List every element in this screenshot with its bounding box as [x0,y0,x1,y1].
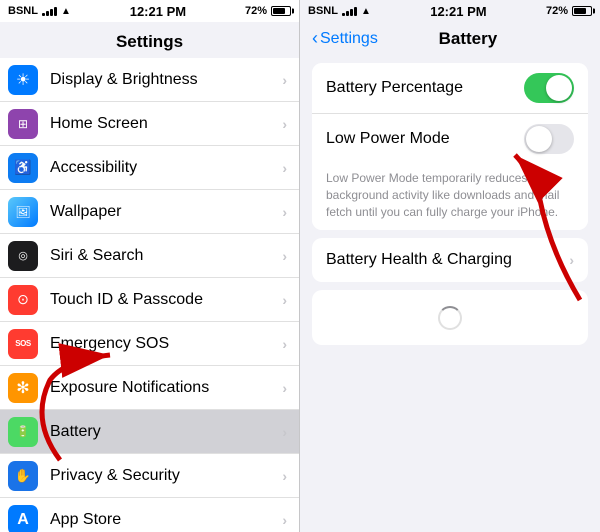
loading-spinner [438,306,462,330]
settings-item-accessibility[interactable]: ♿ Accessibility › [0,146,299,190]
touchid-icon: ⊙ [8,285,38,315]
privacy-icon: ✋ [8,461,38,491]
settings-item-privacy[interactable]: ✋ Privacy & Security › [0,454,299,498]
right-status-right: 72% [546,5,592,17]
accessibility-label: Accessibility [50,159,282,177]
battery-health-row[interactable]: Battery Health & Charging › [312,238,588,282]
left-battery-pct: 72% [245,5,267,17]
battery-health-group: Battery Health & Charging › [312,238,588,282]
left-time: 12:21 PM [130,4,186,19]
homescreen-label: Home Screen [50,115,282,133]
right-wifi-icon: ▲ [361,6,371,17]
left-carrier: BSNL [8,5,38,17]
loading-container [312,290,588,345]
settings-item-appstore[interactable]: A App Store › [0,498,299,532]
appstore-label: App Store [50,511,282,529]
battery-percentage-row[interactable]: Battery Percentage [312,63,588,114]
homescreen-icon: ⊞ [8,109,38,139]
right-signal [342,7,357,16]
privacy-label: Privacy & Security [50,467,282,485]
battery-percentage-thumb [546,75,572,101]
back-label: Settings [320,30,378,48]
right-battery-icon [572,6,592,16]
left-status-bar: BSNL ▲ 12:21 PM 72% [0,0,299,22]
left-screen-title: Settings [0,22,299,58]
battery-percentage-toggle[interactable] [524,73,574,103]
settings-item-touchid[interactable]: ⊙ Touch ID & Passcode › [0,278,299,322]
display-chevron: › [282,72,287,88]
right-carrier: BSNL [308,5,338,17]
left-wifi-icon: ▲ [61,6,71,17]
wallpaper-chevron: › [282,204,287,220]
touchid-chevron: › [282,292,287,308]
left-signal [42,7,57,16]
low-power-mode-label: Low Power Mode [326,130,524,148]
siri-label: Siri & Search [50,247,282,265]
appstore-icon: A [8,505,38,532]
touchid-label: Touch ID & Passcode [50,291,282,309]
right-screen-title: Battery [378,29,558,49]
right-status-left: BSNL ▲ [308,5,371,17]
right-battery-pct: 72% [546,5,568,17]
low-power-mode-toggle[interactable] [524,124,574,154]
display-label: Display & Brightness [50,71,282,89]
exposure-icon: ✻ [8,373,38,403]
left-battery-icon [271,6,291,16]
app-container: BSNL ▲ 12:21 PM 72% Settings [0,0,600,532]
left-status-right: 72% [245,5,291,17]
sos-chevron: › [282,336,287,352]
left-panel: BSNL ▲ 12:21 PM 72% Settings [0,0,300,532]
battery-icon: 🔋 [8,417,38,447]
siri-chevron: › [282,248,287,264]
battery-health-label: Battery Health & Charging [326,251,569,269]
low-power-description: Low Power Mode temporarily reduces backg… [312,164,588,230]
wallpaper-icon: 🖼 [8,197,38,227]
settings-item-battery[interactable]: 🔋 Battery › [0,410,299,454]
settings-item-exposure[interactable]: ✻ Exposure Notifications › [0,366,299,410]
right-nav-bar: ‹ Settings Battery [300,22,600,55]
left-status-left: BSNL ▲ [8,5,71,17]
low-power-mode-thumb [526,126,552,152]
settings-list: ☀ Display & Brightness › ⊞ Home Screen ›… [0,58,299,532]
settings-item-sos[interactable]: SOS Emergency SOS › [0,322,299,366]
accessibility-icon: ♿ [8,153,38,183]
homescreen-chevron: › [282,116,287,132]
display-icon: ☀ [8,65,38,95]
battery-settings-group: Battery Percentage Low Power Mode Low Po… [312,63,588,230]
siri-icon: ◎ [8,241,38,271]
right-status-bar: BSNL ▲ 12:21 PM 72% [300,0,600,22]
back-button[interactable]: ‹ Settings [312,28,378,49]
right-time: 12:21 PM [430,4,486,19]
settings-item-homescreen[interactable]: ⊞ Home Screen › [0,102,299,146]
settings-item-siri[interactable]: ◎ Siri & Search › [0,234,299,278]
wallpaper-label: Wallpaper [50,203,282,221]
low-power-mode-row[interactable]: Low Power Mode [312,114,588,164]
battery-health-chevron: › [569,252,574,268]
sos-label: Emergency SOS [50,335,282,353]
sos-icon: SOS [8,329,38,359]
right-panel: BSNL ▲ 12:21 PM 72% ‹ Settings [300,0,600,532]
privacy-chevron: › [282,468,287,484]
accessibility-chevron: › [282,160,287,176]
battery-chevron: › [282,424,287,440]
battery-label: Battery [50,423,282,441]
exposure-chevron: › [282,380,287,396]
settings-item-wallpaper[interactable]: 🖼 Wallpaper › [0,190,299,234]
settings-item-display[interactable]: ☀ Display & Brightness › [0,58,299,102]
back-chevron-icon: ‹ [312,28,318,49]
exposure-label: Exposure Notifications [50,379,282,397]
appstore-chevron: › [282,512,287,528]
right-content: Battery Percentage Low Power Mode Low Po… [300,55,600,532]
battery-percentage-label: Battery Percentage [326,79,524,97]
